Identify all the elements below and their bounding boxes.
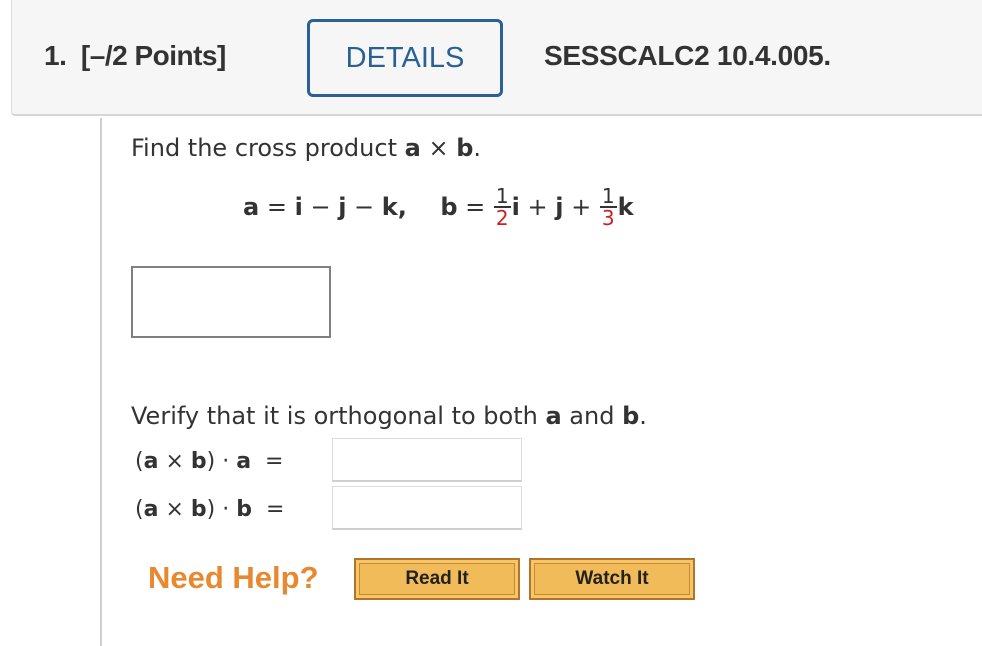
vector-a: a [143, 449, 159, 474]
period: . [473, 134, 482, 162]
and-text: and [561, 402, 623, 430]
unit-k: k [381, 193, 398, 221]
paren: ) [206, 497, 216, 522]
question-code: SESSCALC2 10.4.005. [544, 40, 831, 71]
times-symbol: × [420, 134, 457, 162]
formula-a: a [243, 193, 260, 221]
unit-j: j [555, 193, 564, 221]
comma: , [397, 193, 441, 221]
details-button[interactable]: DETAILS [307, 19, 503, 97]
times-symbol: × [158, 497, 191, 522]
times-symbol: × [158, 449, 191, 474]
question-number-and-points: 1. [–/2 Points] [44, 40, 226, 72]
dot-product-a-input[interactable] [332, 438, 522, 482]
equals: = [259, 193, 295, 221]
dot-product-b-label: (a × b) · b = [135, 497, 284, 522]
dot-symbol: · [215, 497, 237, 522]
unit-k: k [617, 193, 634, 221]
denominator: 2 [495, 206, 509, 230]
vector-a: a [236, 449, 252, 474]
period: . [639, 402, 647, 430]
numerator: 1 [493, 184, 511, 208]
cross-product-answer-input[interactable] [131, 266, 331, 338]
verify-text: Verify that it is orthogonal to both [131, 402, 546, 430]
vector-a: a [545, 402, 562, 430]
paren: ( [135, 449, 144, 474]
paren: ) [206, 449, 216, 474]
vector-b: b [190, 497, 207, 522]
fraction-one-third: 13 [599, 184, 617, 230]
dot-product-b-input[interactable] [332, 486, 522, 530]
formula-b: b [440, 193, 458, 221]
watch-it-button[interactable]: Watch It [529, 558, 695, 600]
prompt-text: Find the cross product [131, 134, 405, 162]
equals: = [457, 193, 493, 221]
question-number: 1. [44, 40, 67, 71]
minus: − [302, 193, 339, 221]
unit-i: i [511, 193, 520, 221]
plus: + [519, 193, 556, 221]
vector-b: b [622, 402, 640, 430]
fraction-one-half: 12 [493, 184, 511, 230]
vector-b: b [236, 497, 252, 522]
dot-symbol: · [215, 449, 237, 474]
vector-b: b [456, 134, 474, 162]
unit-j: j [338, 193, 347, 221]
points-label: [–/2 Points] [80, 40, 226, 71]
minus: − [346, 193, 382, 221]
numerator: 1 [599, 184, 617, 208]
paren: ( [135, 497, 144, 522]
unit-i: i [294, 193, 303, 221]
need-help-label: Need Help? [148, 560, 319, 595]
problem-prompt: Find the cross product a × b. [131, 134, 481, 162]
vector-b: b [190, 449, 207, 474]
vector-a: a [143, 497, 159, 522]
plus: + [563, 193, 599, 221]
equals: = [251, 449, 284, 474]
vector-definitions: a = i − j − k, b = 12i + j + 13k [243, 186, 634, 228]
verify-prompt: Verify that it is orthogonal to both a a… [131, 402, 647, 430]
read-it-button[interactable]: Read It [354, 558, 520, 600]
dot-product-a-label: (a × b) · a = [135, 449, 283, 474]
vector-a: a [404, 134, 421, 162]
denominator: 3 [601, 206, 615, 230]
question-body-left-border [100, 118, 102, 646]
equals: = [251, 497, 285, 522]
